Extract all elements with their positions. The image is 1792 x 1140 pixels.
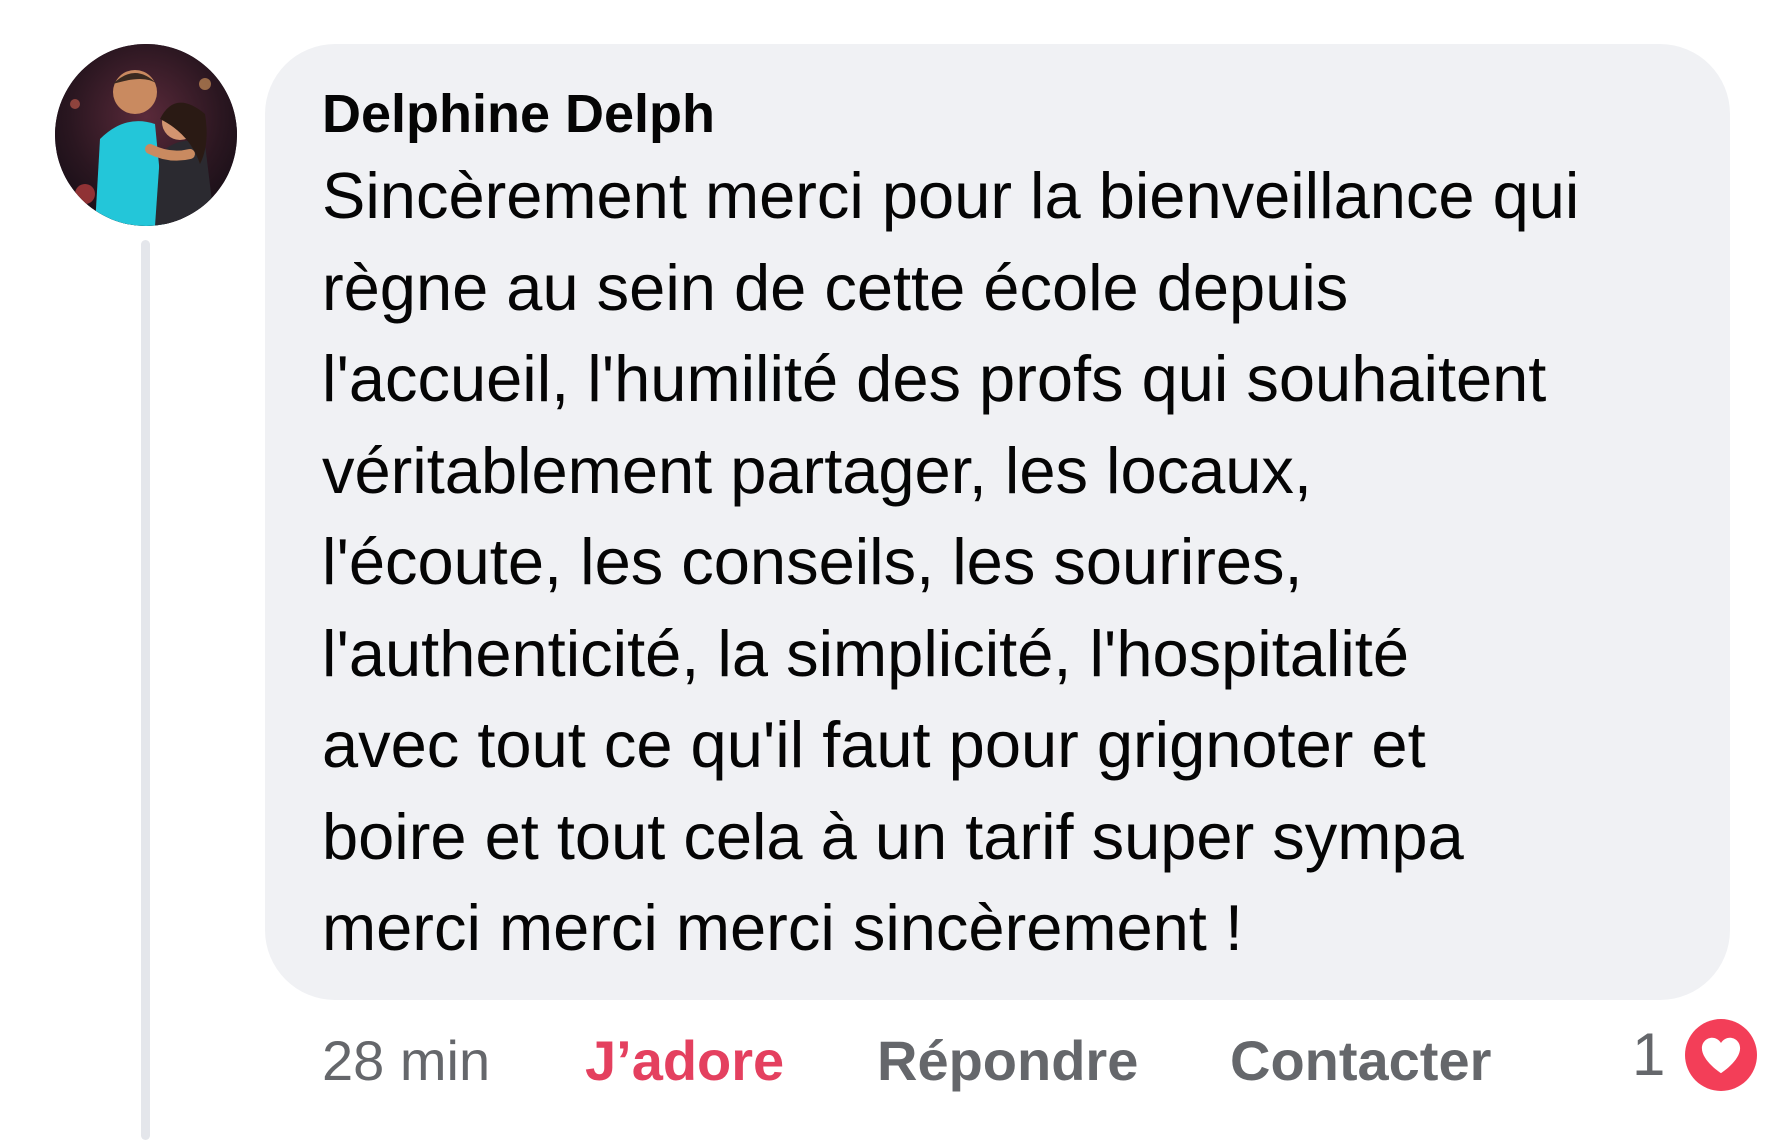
comment-line: l'accueil, l'humilité des profs qui souh… (322, 342, 1547, 415)
comment-line: l'authenticité, la simplicité, l'hospita… (322, 616, 1410, 690)
reply-button[interactable]: Répondre (877, 1026, 1138, 1096)
avatar[interactable] (55, 44, 237, 226)
heart-icon (1685, 1019, 1757, 1091)
comment-line: merci merci merci sincèrement ! (322, 891, 1243, 964)
reaction-count[interactable]: 1 (1632, 1020, 1665, 1090)
comment-line: règne au sein de cette école depuis (322, 250, 1349, 324)
comment-line: avec tout ce qu'il faut pour grignoter e… (322, 708, 1426, 781)
comment-line: l'écoute, les conseils, les sourires, (322, 525, 1303, 598)
comment-line: véritablement partager, les locaux, (322, 433, 1312, 507)
comment-text: Sincèrement merci pour la bienveillance … (322, 150, 1702, 974)
comment-line: boire et tout cela à un tarif super symp… (322, 799, 1464, 873)
reaction-badge[interactable] (1683, 1017, 1759, 1093)
thread-line (141, 240, 150, 1140)
adore-button[interactable]: J’adore (585, 1026, 784, 1096)
contact-button[interactable]: Contacter (1230, 1026, 1491, 1096)
comment-timestamp[interactable]: 28 min (322, 1026, 490, 1096)
comment-line: Sincèrement merci pour la bienveillance … (322, 159, 1580, 232)
comment-author[interactable]: Delphine Delph (322, 84, 715, 144)
